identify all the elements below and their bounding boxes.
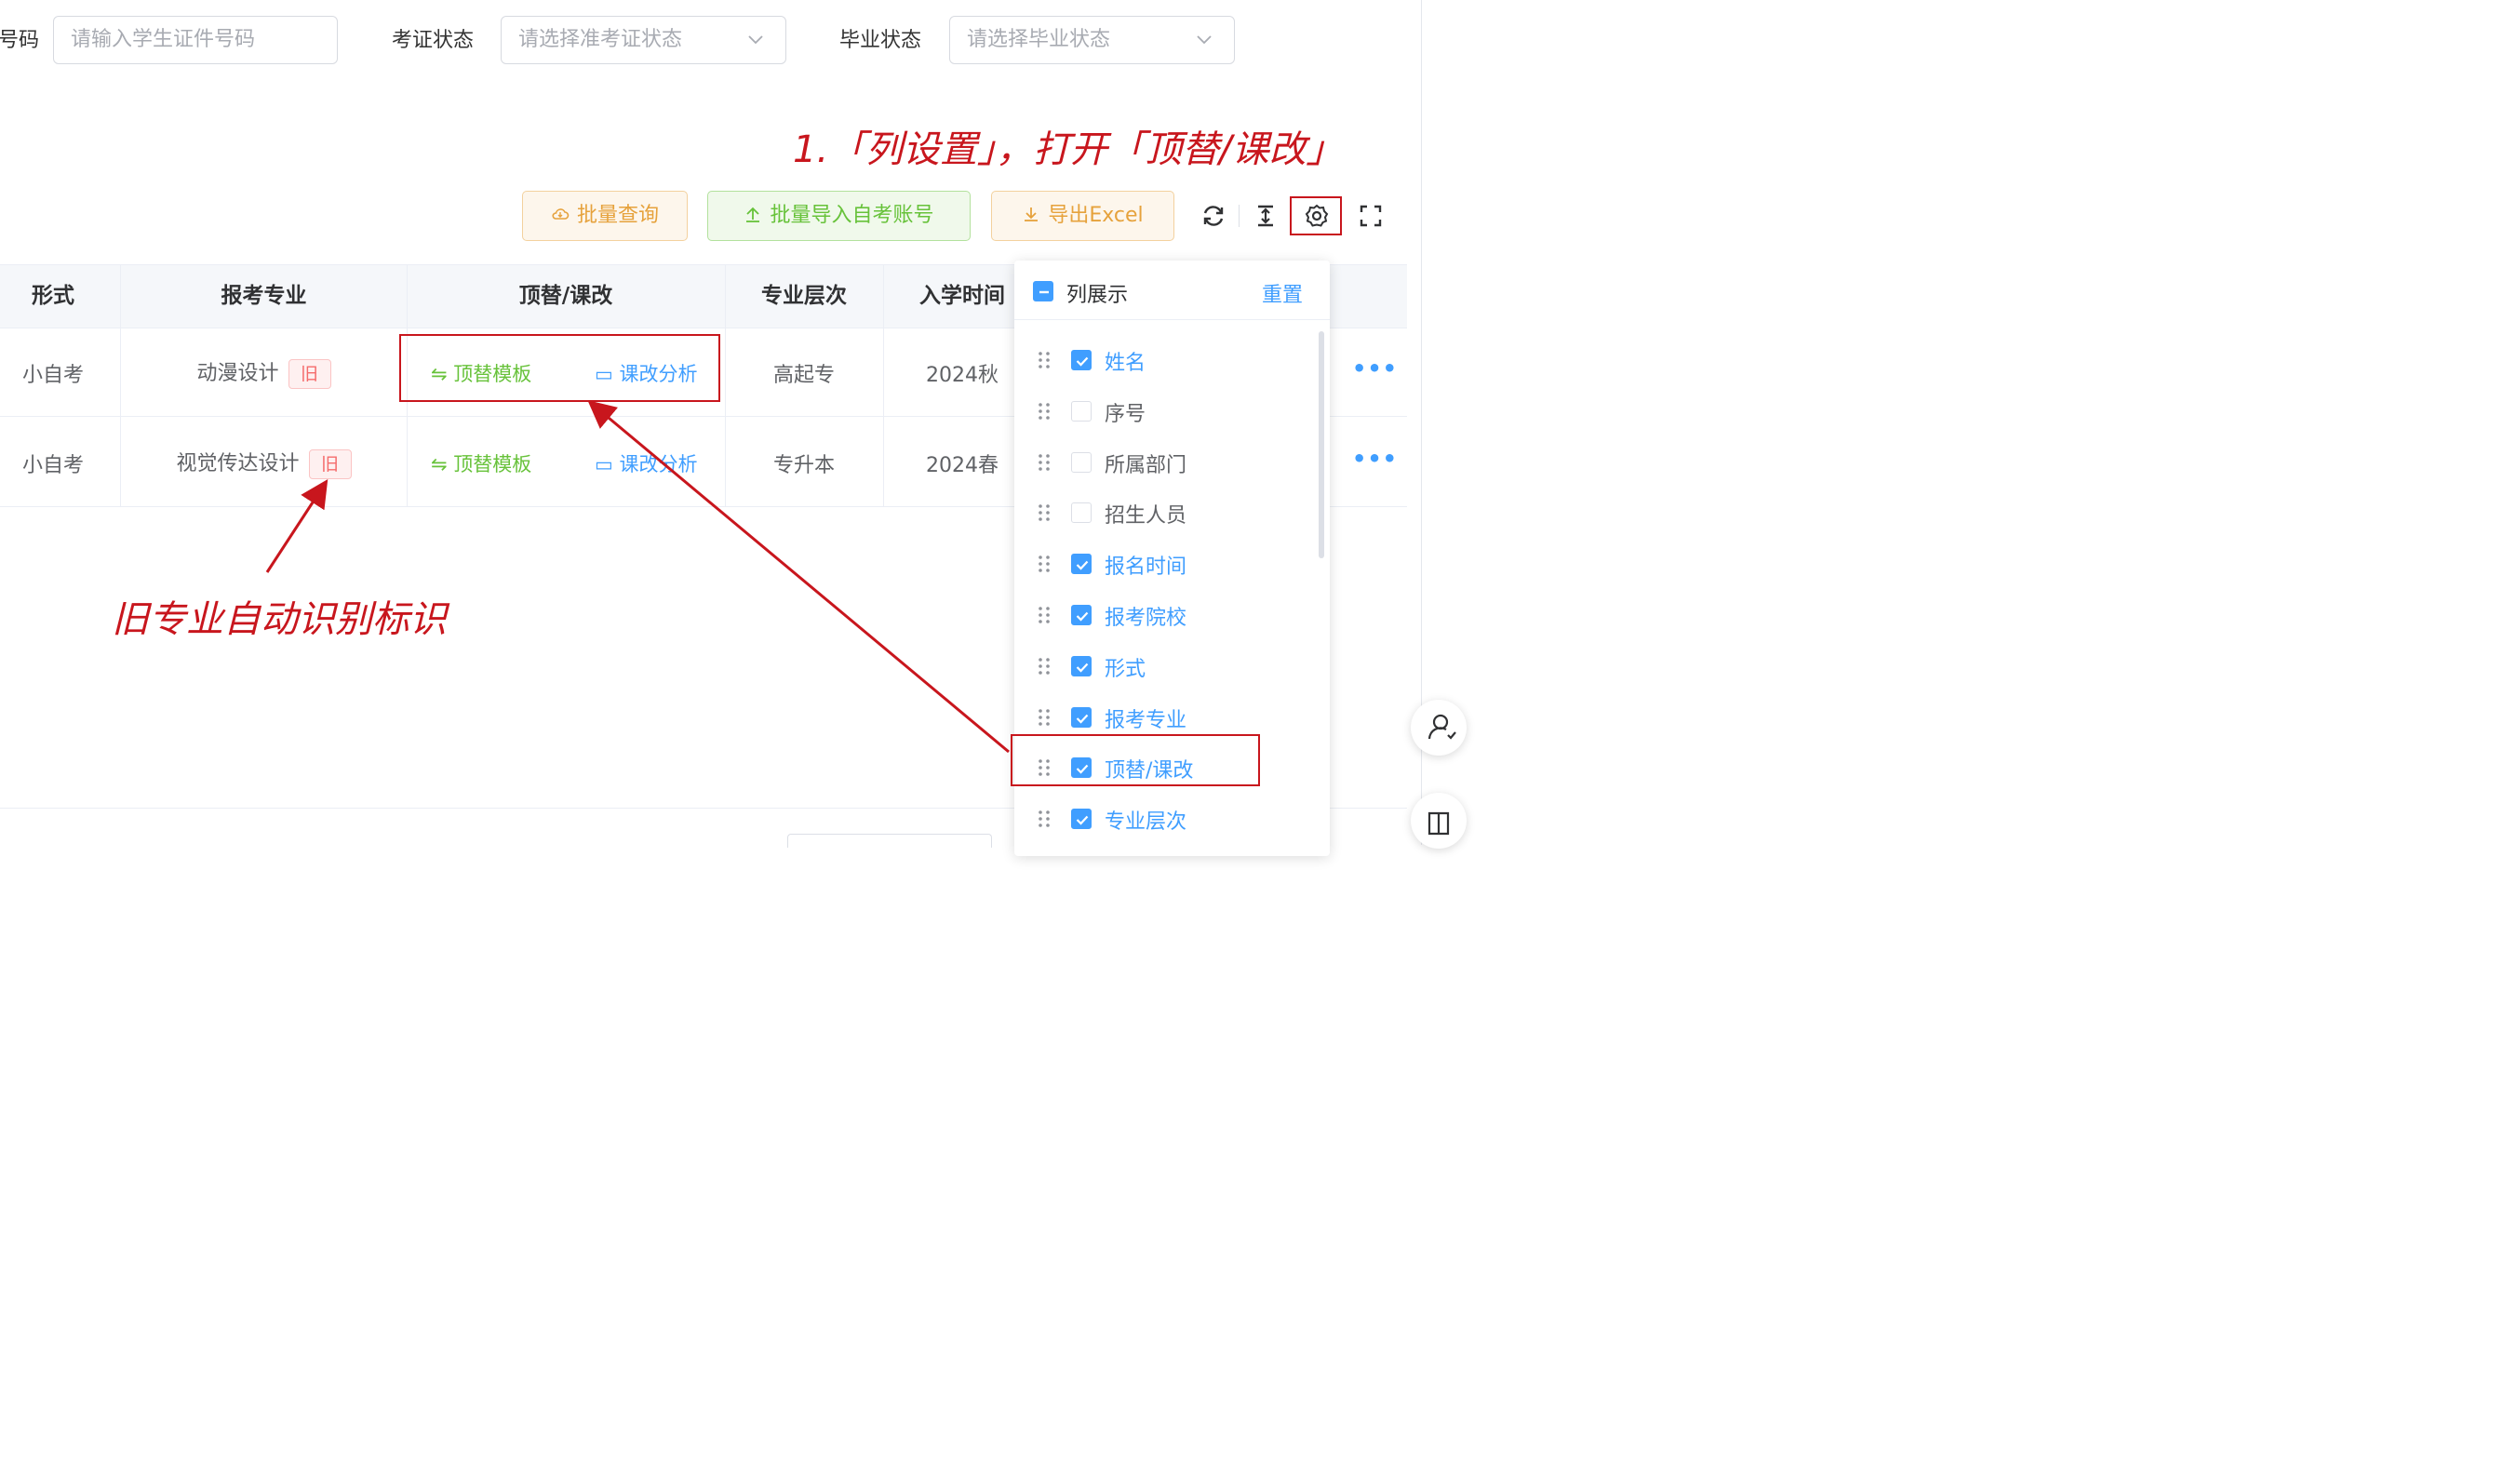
annotation-arrows [265, 400, 1010, 754]
arrow-to-replace-column [587, 400, 1010, 754]
arrow-to-old-tag [265, 478, 328, 573]
